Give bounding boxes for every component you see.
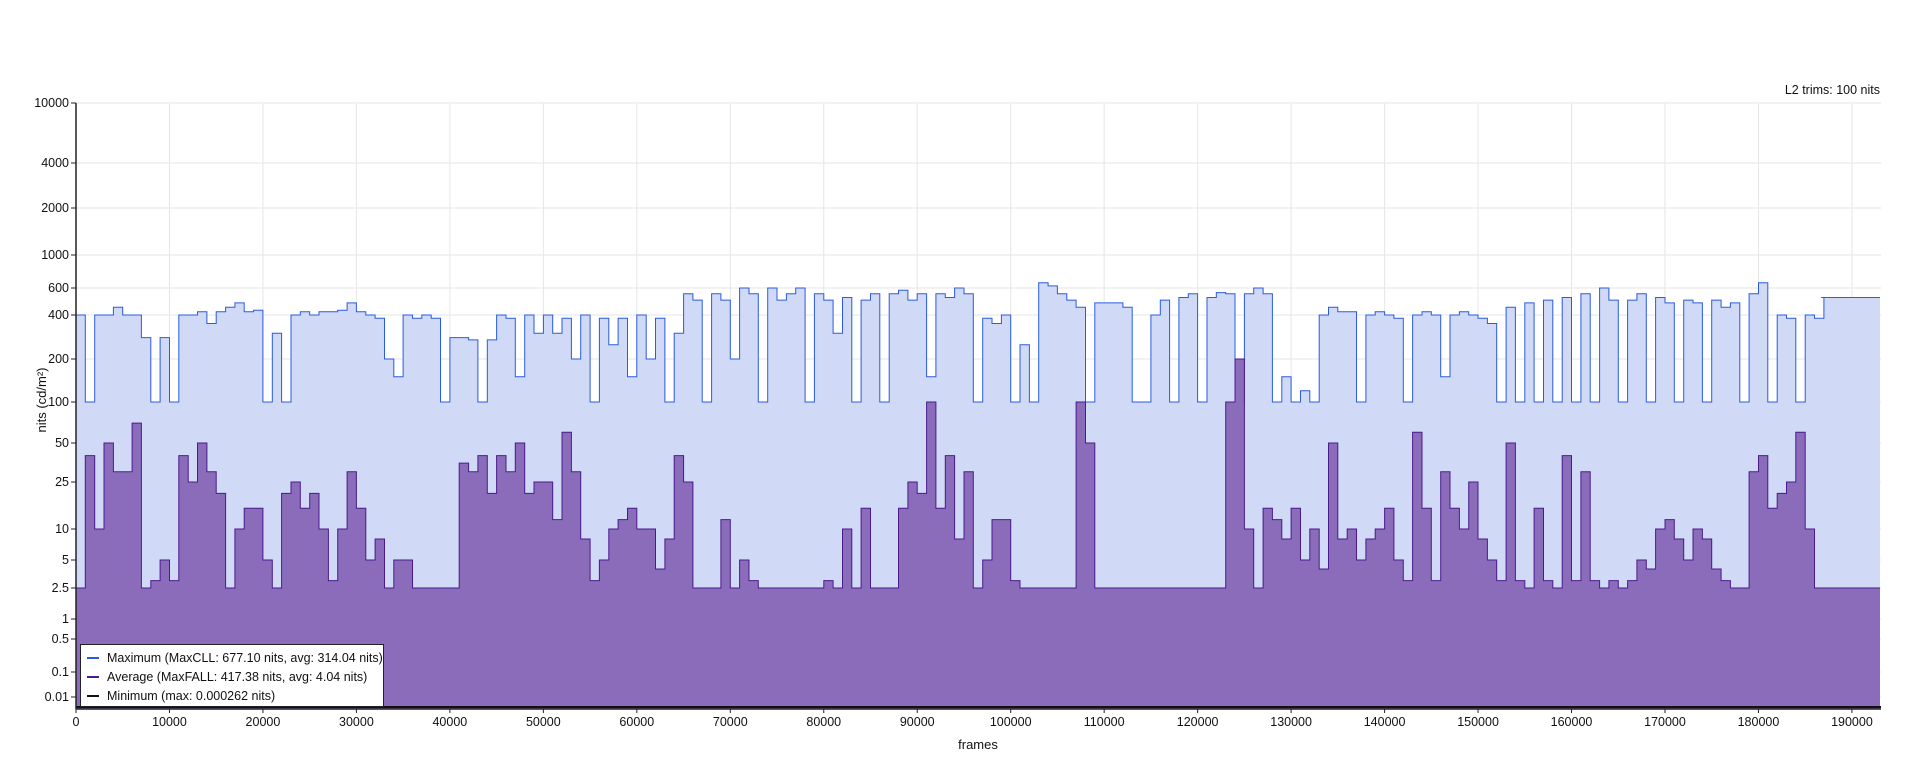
x-tick-label: 50000 [526,715,561,729]
x-tick-label: 130000 [1270,715,1312,729]
legend-item-average[interactable]: Average (MaxFALL: 417.38 nits, avg: 4.04… [87,667,383,686]
legend-swatch-maximum [87,656,99,659]
legend-label-minimum: Minimum (max: 0.000262 nits) [107,688,276,703]
y-tick-label: 10 [55,522,69,536]
y-tick-label: 50 [55,436,69,450]
y-tick-label: 600 [48,281,69,295]
legend-swatch-minimum [87,694,99,697]
legend: Maximum (MaxCLL: 677.10 nits, avg: 314.0… [80,644,384,707]
x-tick-label: 150000 [1457,715,1499,729]
legend-swatch-average [87,675,99,678]
y-tick-label: 0.01 [45,690,69,704]
x-tick-label: 60000 [619,715,654,729]
y-tick-label: 1 [62,612,69,626]
x-tick-label: 80000 [806,715,841,729]
y-tick-label: 2.5 [52,581,69,595]
legend-item-minimum[interactable]: Minimum (max: 0.000262 nits) [87,686,383,705]
x-tick-label: 10000 [152,715,187,729]
y-tick-label: 25 [55,475,69,489]
y-tick-label: 4000 [41,156,69,170]
y-tick-label: 200 [48,352,69,366]
x-tick-label: 40000 [432,715,467,729]
legend-label-maximum: Maximum (MaxCLL: 677.10 nits, avg: 314.0… [107,650,383,665]
x-tick-label: 190000 [1831,715,1873,729]
x-tick-label: 180000 [1738,715,1780,729]
x-tick-label: 140000 [1364,715,1406,729]
x-axis-label: frames [958,737,998,752]
x-tick-label: 160000 [1551,715,1593,729]
l2-trims-annotation: L2 trims: 100 nits [1784,83,1880,97]
x-tick-label: 90000 [900,715,935,729]
legend-item-maximum[interactable]: Maximum (MaxCLL: 677.10 nits, avg: 314.0… [87,648,383,667]
y-tick-label: 100 [48,395,69,409]
x-tick-label: 20000 [246,715,281,729]
x-tick-label: 120000 [1177,715,1219,729]
y-tick-label: 2000 [41,201,69,215]
x-tick-label: 70000 [713,715,748,729]
y-axis-label: nits (cd/m²) [34,368,49,433]
y-tick-label: 10000 [34,96,69,110]
x-tick-label: 30000 [339,715,374,729]
y-tick-label: 0.5 [52,632,69,646]
y-tick-label: 5 [62,553,69,567]
legend-label-average: Average (MaxFALL: 417.38 nits, avg: 4.04… [107,669,368,684]
x-tick-label: 100000 [990,715,1032,729]
y-tick-label: 0.1 [52,665,69,679]
y-tick-label: 1000 [41,248,69,262]
y-tick-label: 400 [48,308,69,322]
x-tick-label: 170000 [1644,715,1686,729]
x-tick-label: 0 [73,715,80,729]
x-tick-label: 110000 [1084,715,1125,729]
